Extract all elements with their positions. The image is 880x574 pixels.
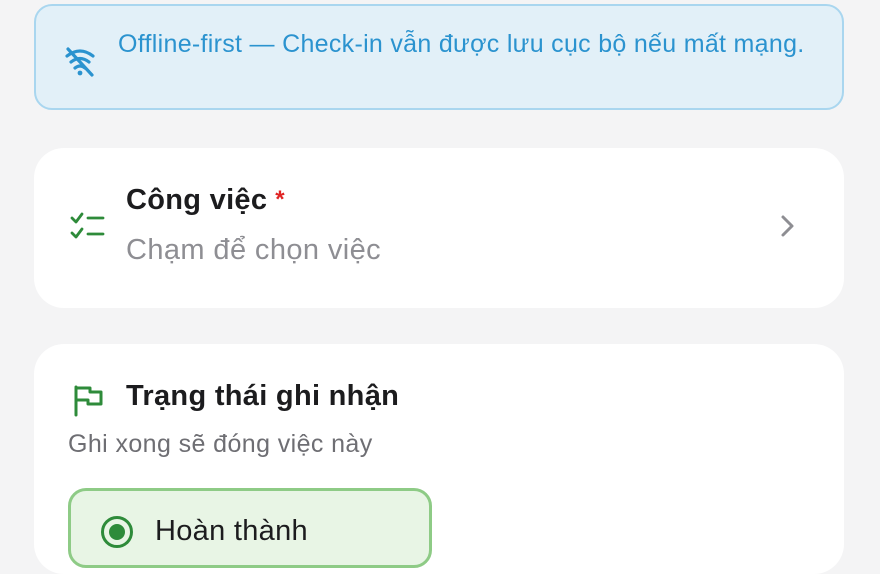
status-option-label: Hoàn thành: [155, 515, 308, 547]
radio-dot: [109, 524, 125, 540]
task-picker[interactable]: Công việc * Chạm để chọn việc: [34, 148, 844, 308]
offline-banner: Offline-first — Check-in vẫn được lưu cụ…: [34, 4, 844, 110]
task-field-label-text: Công việc: [126, 184, 268, 216]
required-mark: *: [275, 186, 285, 213]
task-field-label: Công việc *: [126, 184, 285, 217]
offline-banner-text: Offline-first — Check-in vẫn được lưu cụ…: [118, 30, 805, 58]
flag-icon: [74, 385, 103, 417]
chevron-right-icon: [781, 215, 794, 237]
wifi-off-icon: [65, 47, 95, 77]
checklist-icon: [70, 212, 105, 239]
status-section: Trạng thái ghi nhận Ghi xong sẽ đóng việ…: [34, 344, 844, 574]
task-field-placeholder: Chạm để chọn việc: [126, 234, 382, 266]
status-option-complete[interactable]: Hoàn thành: [68, 488, 432, 568]
status-section-title: Trạng thái ghi nhận: [126, 380, 400, 412]
status-section-subtitle: Ghi xong sẽ đóng việc này: [68, 430, 373, 458]
radio-selected-icon[interactable]: [101, 516, 133, 548]
